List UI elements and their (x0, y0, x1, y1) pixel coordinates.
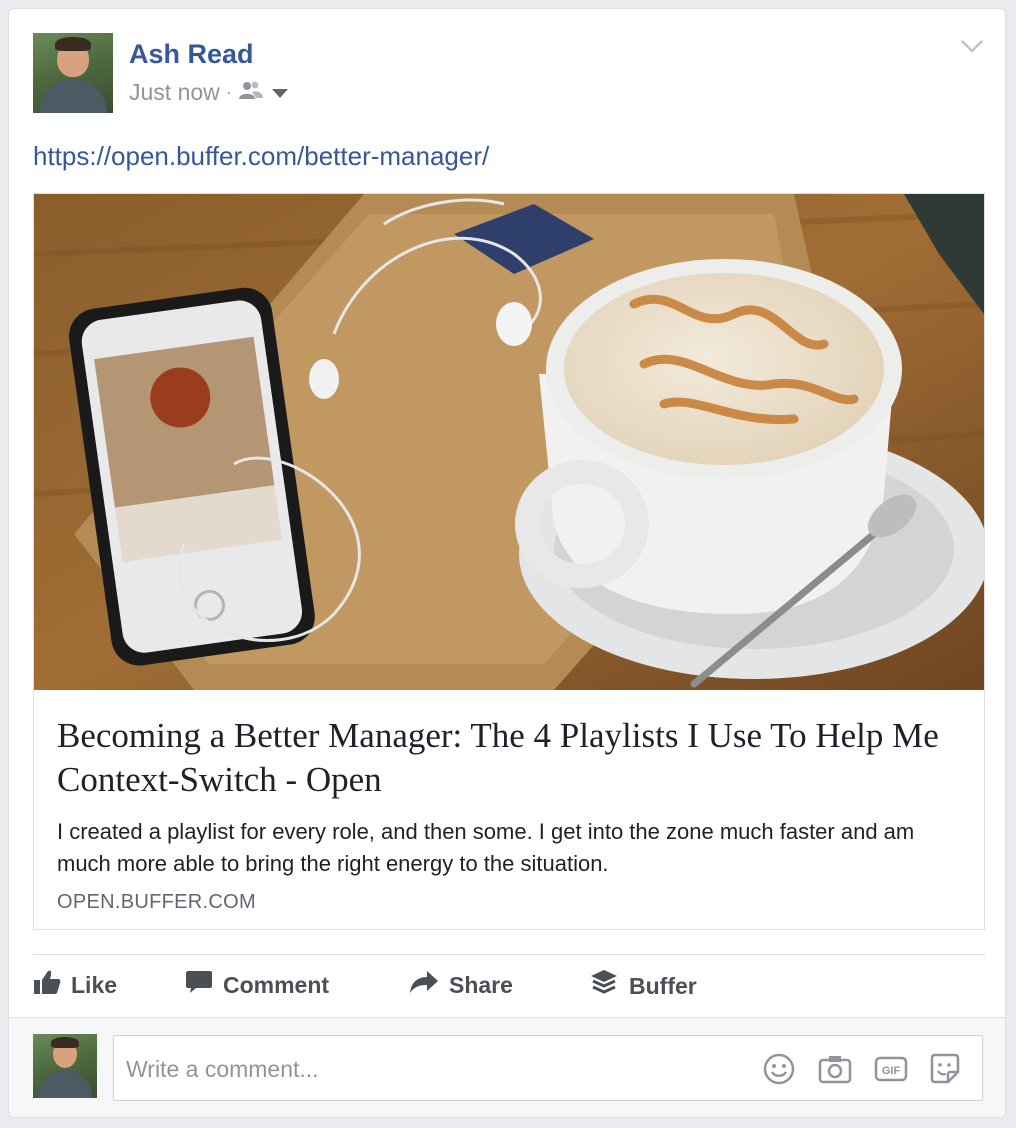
commenter-avatar[interactable] (33, 1034, 97, 1098)
author-name[interactable]: Ash Read (129, 39, 254, 70)
camera-icon[interactable] (818, 1052, 852, 1091)
friends-icon (238, 79, 264, 106)
buffer-button[interactable]: Buffer (589, 969, 697, 1003)
speech-bubble-icon (185, 969, 213, 1001)
post-card: Ash Read Just now · https://open.buffer.… (8, 8, 1006, 1118)
emoji-icon[interactable] (762, 1052, 796, 1091)
link-preview-title[interactable]: Becoming a Better Manager: The 4 Playlis… (57, 714, 957, 802)
link-preview-description: I created a playlist for every role, and… (57, 819, 915, 876)
thumbs-up-icon (33, 969, 61, 1001)
buffer-stack-icon (589, 969, 619, 1003)
comment-button[interactable]: Comment (185, 969, 329, 1001)
comment-box: GIF (113, 1035, 983, 1101)
post-menu-chevron-down-icon[interactable] (959, 37, 985, 60)
share-label: Share (449, 971, 513, 998)
actions-divider (33, 954, 985, 955)
comment-input[interactable] (124, 1050, 748, 1088)
like-button[interactable]: Like (33, 969, 117, 1001)
post-timestamp[interactable]: Just now (129, 79, 220, 106)
link-preview-image[interactable] (34, 194, 984, 690)
comment-composer: GIF (9, 1017, 1005, 1117)
post-link-url[interactable]: https://open.buffer.com/better-manager/ (33, 141, 489, 172)
comment-label: Comment (223, 971, 330, 998)
link-preview-domain: OPEN.BUFFER.COM (57, 891, 256, 913)
author-avatar[interactable] (33, 33, 113, 113)
post-actions: Like Comment Share Buffer (33, 969, 985, 1009)
share-arrow-icon (409, 969, 439, 1001)
audience-chevron-down-icon[interactable] (270, 79, 290, 106)
gif-icon[interactable]: GIF (874, 1052, 908, 1091)
link-preview[interactable]: Becoming a Better Manager: The 4 Playlis… (33, 193, 985, 930)
like-label: Like (71, 971, 118, 998)
buffer-label: Buffer (629, 972, 697, 999)
post-meta: Just now · (129, 79, 290, 106)
gif-label: GIF (882, 1065, 901, 1077)
share-button[interactable]: Share (409, 969, 513, 1001)
meta-separator: · (225, 82, 232, 102)
sticker-icon[interactable] (928, 1052, 962, 1091)
